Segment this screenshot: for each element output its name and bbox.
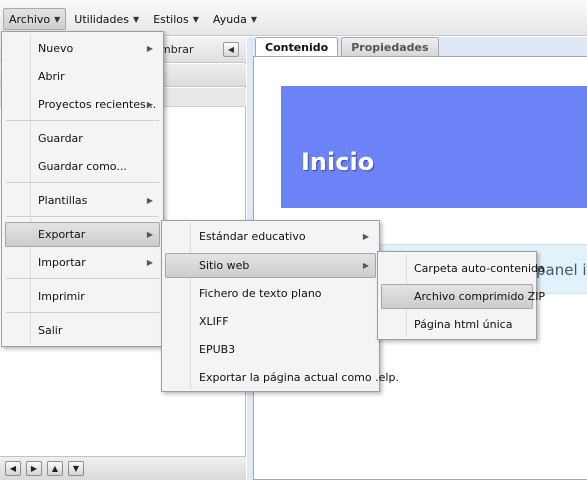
submenu-arrow-icon: ▶: [146, 196, 153, 205]
menu-item-nuevo[interactable]: Nuevo ▶: [5, 36, 160, 61]
menu-separator: [6, 182, 159, 183]
submenu-arrow-icon: ▶: [146, 100, 153, 109]
tab-strip: Contenido Propiedades: [255, 37, 439, 56]
menu-item-importar[interactable]: Importar ▶: [5, 250, 160, 275]
menu-estilos[interactable]: Estilos ▼: [147, 8, 205, 30]
menu-item-pagina-html-unica-label: Página html única: [414, 318, 513, 331]
menu-item-plantillas-label: Plantillas: [38, 194, 88, 207]
left-panel-header-text: mbrar: [160, 43, 194, 56]
caret-down-icon: ▼: [250, 14, 258, 24]
move-up-button[interactable]: ▲: [47, 461, 63, 476]
menu-separator: [6, 278, 159, 279]
move-right-button[interactable]: ▶: [26, 461, 42, 476]
caret-down-icon: ▼: [54, 14, 61, 24]
page-title: Inicio: [301, 148, 375, 176]
arrow-up-icon: ▲: [51, 464, 59, 473]
menu-utilidades[interactable]: Utilidades ▼: [68, 8, 145, 30]
menu-separator: [6, 120, 159, 121]
submenu-arrow-icon: ▶: [146, 44, 153, 53]
tab-propiedades[interactable]: Propiedades: [341, 37, 439, 56]
menu-item-xliff[interactable]: XLIFF: [165, 309, 376, 334]
move-down-button[interactable]: ▼: [68, 461, 84, 476]
menu-item-plantillas[interactable]: Plantillas ▶: [5, 188, 160, 213]
menu-item-imprimir[interactable]: Imprimir: [5, 284, 160, 309]
submenu-arrow-icon: ▶: [362, 232, 369, 241]
menu-item-imprimir-label: Imprimir: [38, 290, 85, 303]
collapse-panel-button[interactable]: ◀: [223, 42, 239, 57]
page-banner: Inicio: [281, 86, 587, 208]
menu-item-epub3-label: EPUB3: [199, 343, 236, 356]
menu-ayuda-label: Ayuda: [212, 12, 247, 26]
menu-item-proyectos-recientes[interactable]: Proyectos recientes... ▶: [5, 92, 160, 117]
move-left-button[interactable]: ◀: [5, 461, 21, 476]
menu-item-abrir-label: Abrir: [38, 70, 65, 83]
sitio-web-submenu: Carpeta auto-contenida Archivo comprimid…: [377, 251, 545, 340]
menu-item-importar-label: Importar: [38, 256, 86, 269]
arrow-down-icon: ▼: [72, 464, 80, 473]
menu-item-estandar-educativo-label: Estándar educativo: [199, 230, 306, 243]
menu-item-pagina-html-unica[interactable]: Página html única: [381, 312, 533, 337]
menu-item-guardar-como[interactable]: Guardar como...: [5, 154, 160, 179]
menu-item-carpeta-auto-contenida[interactable]: Carpeta auto-contenida: [381, 256, 545, 281]
arrow-right-icon: ▶: [30, 464, 38, 473]
tab-contenido[interactable]: Contenido: [255, 37, 339, 56]
arrow-left-icon: ◀: [227, 45, 235, 54]
menu-item-exportar-pagina-elp[interactable]: Exportar la página actual como .elp.: [165, 365, 399, 390]
menu-item-exportar-pagina-elp-label: Exportar la página actual como .elp.: [199, 371, 399, 384]
menu-item-estandar-educativo[interactable]: Estándar educativo ▶: [165, 224, 376, 249]
menu-item-sitio-web[interactable]: Sitio web ▶: [165, 253, 376, 278]
menu-item-archivo-zip-label: Archivo comprimido ZIP: [414, 290, 546, 303]
menu-archivo-label: Archivo: [9, 12, 51, 26]
menu-archivo[interactable]: Archivo ▼: [3, 8, 67, 30]
menu-utilidades-label: Utilidades: [74, 12, 130, 26]
menu-item-archivo-zip[interactable]: Archivo comprimido ZIP: [381, 284, 545, 309]
menu-item-fichero-texto-plano-label: Fichero de texto plano: [199, 287, 322, 300]
menu-separator: [6, 312, 159, 313]
caret-down-icon: ▼: [192, 14, 199, 24]
menu-item-nuevo-label: Nuevo: [38, 42, 74, 55]
menu-item-guardar-como-label: Guardar como...: [38, 160, 127, 173]
menu-item-fichero-texto-plano[interactable]: Fichero de texto plano: [165, 281, 376, 306]
menu-item-salir[interactable]: Salir: [5, 318, 160, 343]
menu-item-carpeta-auto-contenida-label: Carpeta auto-contenida: [414, 262, 545, 275]
submenu-arrow-icon: ▶: [362, 261, 369, 270]
menu-item-exportar-label: Exportar: [38, 228, 86, 241]
menu-item-exportar[interactable]: Exportar ▶: [5, 222, 160, 247]
menu-item-abrir[interactable]: Abrir: [5, 64, 160, 89]
menu-item-sitio-web-label: Sitio web: [199, 259, 250, 272]
caret-down-icon: ▼: [133, 14, 140, 24]
menu-ayuda[interactable]: Ayuda ▼: [207, 8, 263, 30]
menu-item-salir-label: Salir: [38, 324, 63, 337]
nav-toolbar: ◀ ▶ ▲ ▼: [0, 456, 246, 480]
menu-estilos-label: Estilos: [153, 12, 189, 26]
menu-separator: [6, 216, 159, 217]
menu-item-guardar[interactable]: Guardar: [5, 126, 160, 151]
arrow-left-icon: ◀: [9, 464, 17, 473]
submenu-arrow-icon: ▶: [146, 230, 153, 239]
submenu-arrow-icon: ▶: [146, 258, 153, 267]
archivo-menu: Nuevo ▶ Abrir Proyectos recientes... ▶ G…: [1, 31, 164, 347]
menu-item-proyectos-recientes-label: Proyectos recientes...: [38, 98, 157, 111]
menu-item-epub3[interactable]: EPUB3: [165, 337, 376, 362]
menu-item-guardar-label: Guardar: [38, 132, 83, 145]
menu-item-xliff-label: XLIFF: [199, 315, 229, 328]
exportar-submenu: Estándar educativo ▶ Sitio web ▶ Fichero…: [161, 220, 399, 392]
